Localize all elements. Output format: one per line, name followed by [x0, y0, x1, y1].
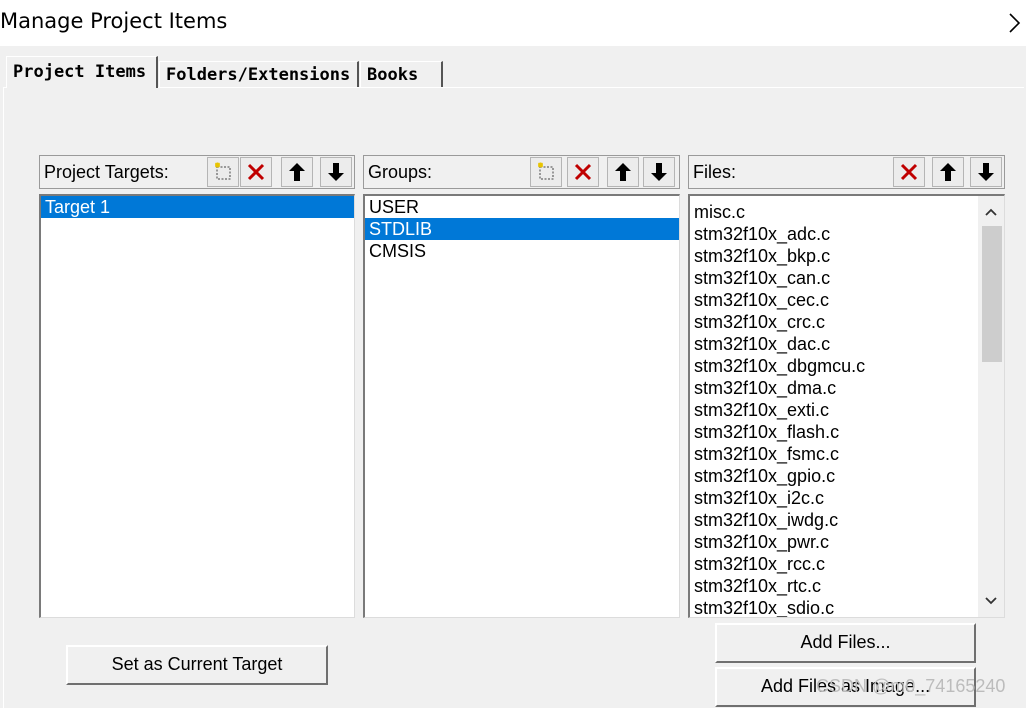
window-title: Manage Project Items	[0, 9, 228, 33]
tab-books[interactable]: Books	[360, 61, 443, 88]
groups-header: Groups:	[363, 155, 680, 189]
files-scrollbar[interactable]	[978, 196, 1004, 617]
delete-group-button[interactable]	[567, 157, 599, 187]
file-list-item[interactable]: stm32f10x_crc.c	[690, 311, 978, 333]
move-file-up-button[interactable]	[932, 157, 964, 187]
move-file-down-button[interactable]	[970, 157, 1002, 187]
targets-list[interactable]: Target 1	[39, 194, 355, 618]
title-bar: Manage Project Items	[0, 0, 1026, 46]
file-list-item[interactable]: stm32f10x_fsmc.c	[690, 443, 978, 465]
file-list-item[interactable]: stm32f10x_gpio.c	[690, 465, 978, 487]
delete-icon	[900, 163, 918, 181]
files-list-box[interactable]: misc.c stm32f10x_adc.c stm32f10x_bkp.c stm3…	[688, 194, 1005, 618]
arrow-down-icon	[651, 163, 667, 181]
file-list-item[interactable]: stm32f10x_flash.c	[690, 421, 978, 443]
file-list-item[interactable]: stm32f10x_bkp.c	[690, 245, 978, 267]
targets-header-label: Project Targets:	[44, 162, 169, 182]
tab-folders-extensions[interactable]: Folders/Extensions	[159, 61, 359, 88]
files-list[interactable]: misc.c stm32f10x_adc.c stm32f10x_bkp.c stm3…	[690, 201, 978, 617]
file-list-item[interactable]: misc.c	[690, 201, 978, 223]
new-group-button[interactable]	[530, 157, 562, 187]
groups-header-label: Groups:	[368, 162, 433, 182]
new-target-button[interactable]	[207, 157, 239, 187]
file-list-item[interactable]: stm32f10x_can.c	[690, 267, 978, 289]
set-current-target-button[interactable]: Set as Current Target	[66, 645, 328, 685]
files-header-label: Files:	[693, 162, 737, 182]
file-list-item[interactable]: stm32f10x_adc.c	[690, 223, 978, 245]
group-list-item[interactable]: USER	[365, 196, 679, 218]
file-list-item[interactable]: stm32f10x_dma.c	[690, 377, 978, 399]
button-label: Set as Current Target	[111, 654, 283, 674]
new-item-icon	[214, 162, 231, 180]
tab-label: Folders/Extensions	[166, 65, 351, 85]
delete-icon	[247, 163, 265, 181]
move-target-up-button[interactable]	[281, 157, 313, 187]
file-list-item[interactable]: stm32f10x_iwdg.c	[690, 509, 978, 531]
file-list-item[interactable]: stm32f10x_rtc.c	[690, 575, 978, 597]
groups-list[interactable]: USER STDLIB CMSIS	[363, 194, 680, 618]
tab-project-items[interactable]: Project Items	[6, 56, 158, 88]
new-item-icon	[537, 162, 554, 180]
file-list-item[interactable]: stm32f10x_sdio.c	[690, 597, 978, 617]
move-group-up-button[interactable]	[607, 157, 639, 187]
delete-icon	[574, 163, 592, 181]
close-icon[interactable]	[1004, 8, 1024, 38]
arrow-up-icon	[615, 163, 631, 181]
scroll-up-icon[interactable]	[978, 200, 1004, 224]
move-group-down-button[interactable]	[643, 157, 675, 187]
files-header: Files:	[688, 155, 1005, 189]
arrow-up-icon	[940, 163, 956, 181]
group-list-item[interactable]: STDLIB	[365, 218, 679, 240]
tab-label: Project Items	[13, 62, 147, 82]
file-list-item[interactable]: stm32f10x_rcc.c	[690, 553, 978, 575]
delete-file-button[interactable]	[893, 157, 925, 187]
file-list-item[interactable]: stm32f10x_dbgmcu.c	[690, 355, 978, 377]
arrow-down-icon	[328, 163, 344, 181]
scroll-down-icon[interactable]	[978, 589, 1004, 613]
watermark: CSDN @m0_74165240	[816, 676, 1006, 696]
scroll-thumb[interactable]	[982, 226, 1002, 362]
file-list-item[interactable]: stm32f10x_exti.c	[690, 399, 978, 421]
delete-target-button[interactable]	[240, 157, 272, 187]
group-list-item[interactable]: CMSIS	[365, 240, 679, 262]
file-list-item[interactable]: stm32f10x_pwr.c	[690, 531, 978, 553]
targets-header: Project Targets:	[39, 155, 355, 189]
button-label: Add Files...	[800, 632, 891, 652]
file-list-item[interactable]: stm32f10x_dac.c	[690, 333, 978, 355]
tab-label: Books	[367, 65, 419, 85]
add-files-button[interactable]: Add Files...	[715, 623, 976, 663]
file-list-item[interactable]: stm32f10x_cec.c	[690, 289, 978, 311]
move-target-down-button[interactable]	[320, 157, 352, 187]
target-list-item[interactable]: Target 1	[41, 196, 354, 218]
file-list-item[interactable]: stm32f10x_i2c.c	[690, 487, 978, 509]
arrow-up-icon	[289, 163, 305, 181]
arrow-down-icon	[978, 163, 994, 181]
